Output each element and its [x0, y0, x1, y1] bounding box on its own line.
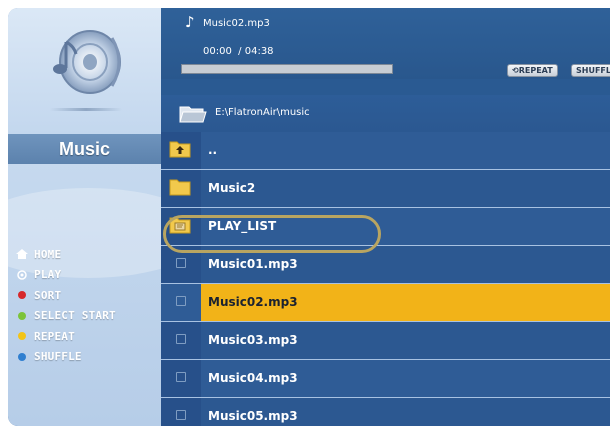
file-list: .. Music2 PLAY_LIST Music01.mp3 Music02.… — [161, 132, 610, 426]
green-button-icon — [18, 311, 26, 320]
row-icon-cell — [161, 398, 201, 426]
menu-item-select-start[interactable]: SELECT START — [16, 306, 161, 327]
progress-bar[interactable] — [181, 64, 393, 74]
menu-item-play[interactable]: PLAY — [16, 265, 161, 286]
file-name: Music04.mp3 — [208, 371, 298, 385]
folder-icon — [169, 179, 191, 196]
home-icon — [16, 249, 28, 260]
menu-item-shuffle[interactable]: SHUFFLE — [16, 347, 161, 368]
music-note-icon: ♪ — [185, 13, 195, 31]
speaker-note-icon — [53, 30, 121, 94]
menu-label: REPEAT — [34, 329, 75, 343]
now-playing-title: Music02.mp3 — [203, 18, 270, 29]
yellow-button-icon — [18, 332, 26, 341]
menu-item-home[interactable]: HOME — [16, 244, 161, 265]
repeat-button[interactable]: ⟲REPEAT — [507, 64, 558, 77]
list-item-file[interactable]: Music04.mp3 — [161, 360, 610, 398]
menu-item-sort[interactable]: SORT — [16, 285, 161, 306]
list-item-file[interactable]: Music05.mp3 — [161, 398, 610, 426]
checkbox-icon[interactable] — [176, 258, 186, 268]
remote-key-menu: HOME PLAY SORT SELECT START REPEAT SHUFF… — [16, 244, 161, 367]
play-icon — [17, 270, 27, 280]
row-icon-cell — [161, 322, 201, 359]
file-name: Music03.mp3 — [208, 333, 298, 347]
current-path: E:\FlatronAir\music — [215, 107, 310, 118]
blue-button-icon — [18, 352, 26, 361]
checkbox-icon[interactable] — [176, 334, 186, 344]
checkbox-icon[interactable] — [176, 296, 186, 306]
menu-label: SHUFFLE — [34, 350, 82, 364]
file-name: Music01.mp3 — [208, 257, 298, 271]
menu-label: SORT — [34, 288, 62, 302]
shuffle-label: SHUFFLE — [576, 66, 610, 75]
list-item-folder[interactable]: Music2 — [161, 170, 610, 208]
music-category-art — [8, 8, 161, 134]
row-icon-cell — [161, 284, 201, 321]
sidebar: Music HOME PLAY SORT SELECT START REPEAT… — [8, 8, 161, 426]
section-title: Music — [8, 134, 161, 164]
list-item-parent[interactable]: .. — [161, 132, 610, 170]
menu-label: HOME — [34, 247, 62, 261]
file-name: Music05.mp3 — [208, 409, 298, 423]
repeat-label: REPEAT — [518, 66, 553, 75]
checkbox-icon[interactable] — [176, 410, 186, 420]
list-item-file-selected[interactable]: Music02.mp3 — [161, 284, 610, 322]
list-item-file[interactable]: Music03.mp3 — [161, 322, 610, 360]
open-folder-icon — [179, 106, 207, 123]
now-playing-panel: ♪ Music02.mp3 00:00 / 04:38 ⟲REPEAT SHUF… — [161, 8, 610, 79]
repeat-icon: ⟲ — [512, 66, 519, 75]
file-name: .. — [208, 143, 218, 157]
row-icon-cell — [161, 170, 201, 207]
checkbox-icon[interactable] — [176, 372, 186, 382]
file-name: Music2 — [208, 181, 256, 195]
row-icon-cell — [161, 132, 201, 169]
row-icon-cell — [161, 360, 201, 397]
menu-label: PLAY — [34, 268, 62, 282]
parent-folder-icon — [169, 141, 191, 158]
art-shelf — [50, 108, 122, 111]
music-browser: Music HOME PLAY SORT SELECT START REPEAT… — [8, 8, 610, 426]
menu-label: SELECT START — [34, 309, 116, 323]
shuffle-button[interactable]: SHUFFLE — [571, 64, 610, 77]
file-name: Music02.mp3 — [208, 295, 298, 309]
menu-item-repeat[interactable]: REPEAT — [16, 326, 161, 347]
playlist-highlight-ring — [163, 215, 381, 253]
red-button-icon — [18, 291, 26, 300]
path-bar: E:\FlatronAir\music — [161, 95, 610, 133]
playback-time: 00:00 / 04:38 — [203, 46, 274, 57]
